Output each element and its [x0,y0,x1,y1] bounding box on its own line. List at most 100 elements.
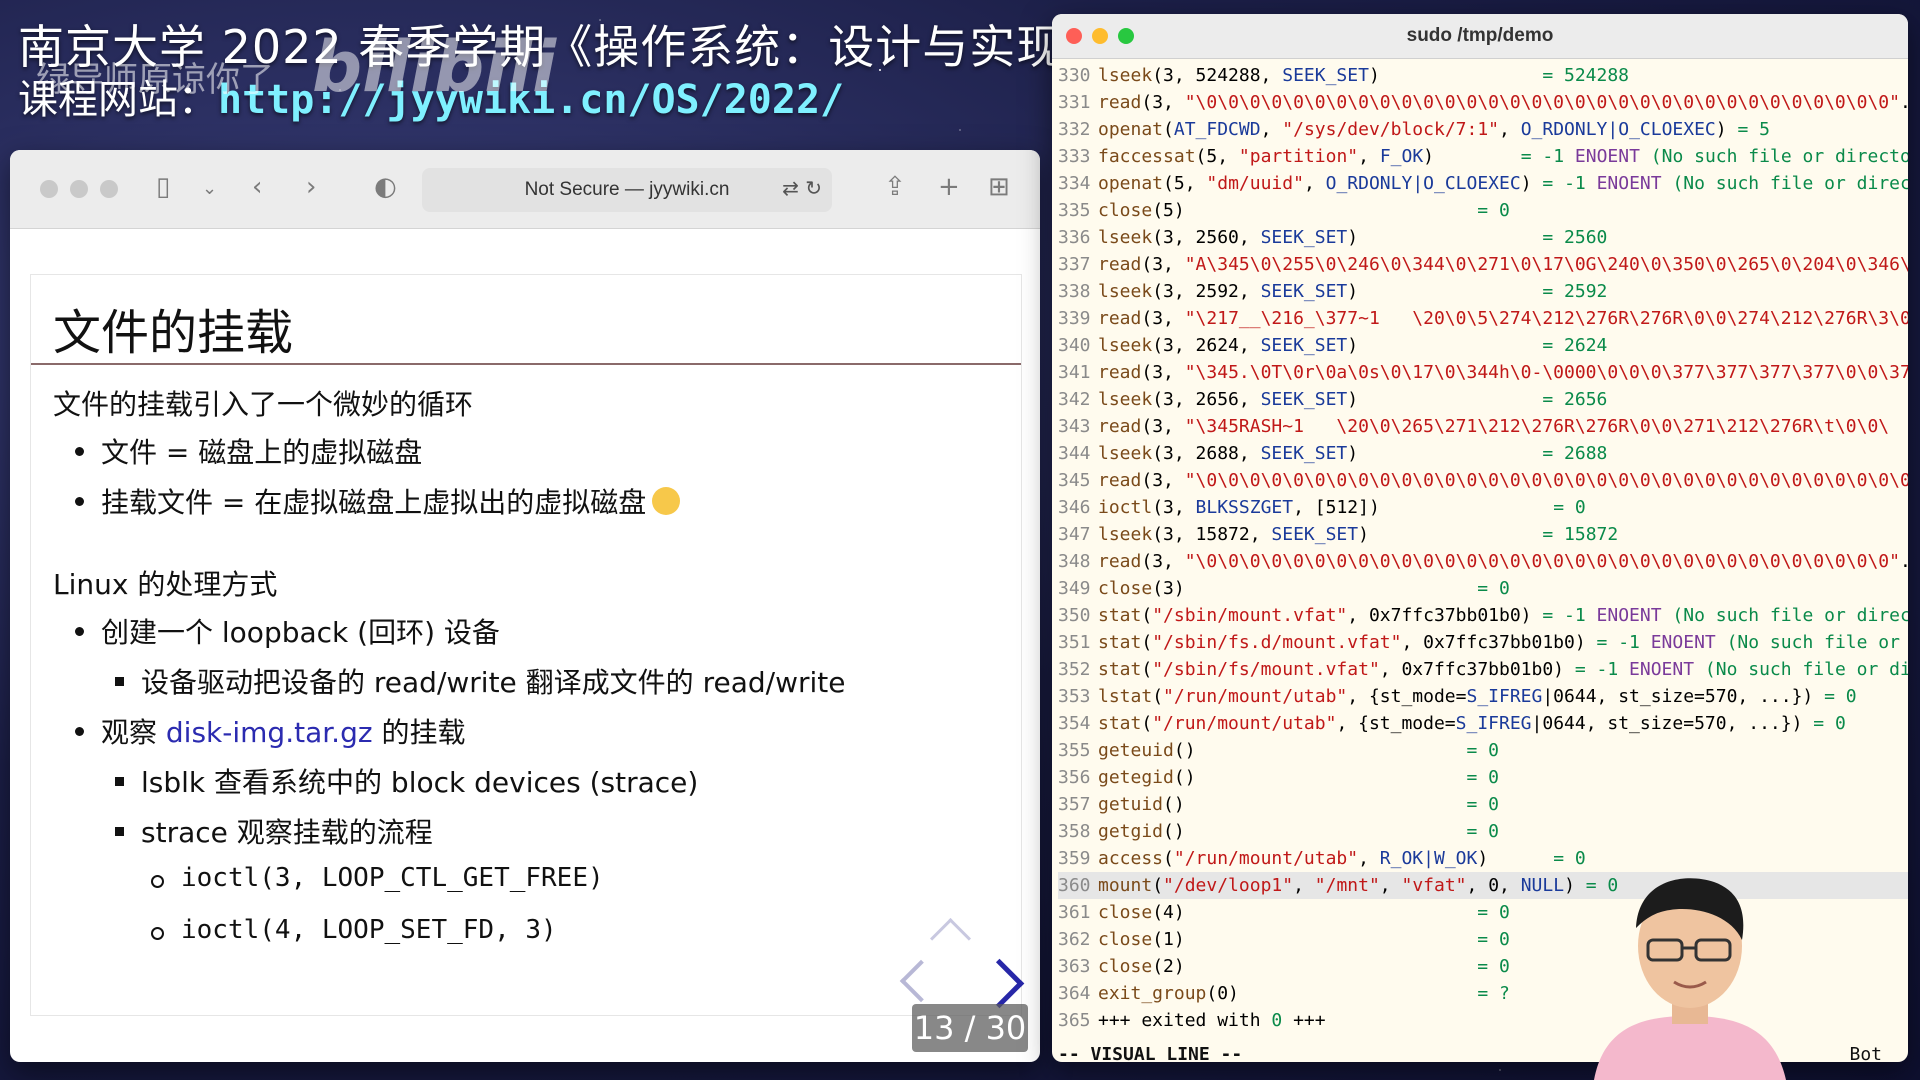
code-token: ) [1347,335,1543,356]
terminal-line[interactable]: 335 close(5) = 0 [1058,197,1908,224]
terminal-line[interactable]: 345 read(3, "\0\0\0\0\0\0\0\0\0\0\0\0\0\0… [1058,467,1908,494]
code-token: ENOENT [1574,146,1640,167]
terminal-line[interactable]: 334 openat(5, "dm/uuid", O_RDONLY|O_CLOEX… [1058,170,1908,197]
line-number: 347 [1058,524,1091,545]
sub-bullet [115,827,124,836]
terminal-line[interactable]: 339 read(3, "\217__\216_\377~1 \20\0\5\27… [1058,305,1908,332]
forward-icon[interactable]: › [306,172,316,202]
terminal-line[interactable]: 365 +++ exited with 0 +++ [1058,1007,1908,1034]
code-token: = ? [1477,983,1510,1004]
terminal-line[interactable]: 346 ioctl(3, BLKSSZGET, [512]) = 0 [1058,494,1908,521]
terminal-line[interactable]: 331 read(3, "\0\0\0\0\0\0\0\0\0\0\0\0\0\0… [1058,89,1908,116]
terminal-line[interactable]: 358 getgid() = 0 [1058,818,1908,845]
sidebar-toggle-icon[interactable]: ▯ [156,172,170,202]
code-token: = 0 [1466,767,1499,788]
code-token: (3, [1141,416,1185,437]
code-token: = 0 [1477,929,1510,950]
terminal-line[interactable]: 361 close(4) = 0 [1058,899,1908,926]
tab-overview-icon[interactable]: ⊞ [988,172,1010,202]
window-close-button[interactable] [40,180,58,198]
code-token: ioctl [1098,497,1153,518]
code-token: ( [1141,713,1153,734]
code-token: "/mnt" [1314,875,1380,896]
line-number: 356 [1058,767,1091,788]
code-token: ( [1163,848,1174,869]
terminal-line[interactable]: 343 read(3, "\345RASH~1 \20\0\265\271\212… [1058,413,1908,440]
terminal-line[interactable]: 360 mount("/dev/loop1", "/mnt", "vfat", 0… [1058,872,1908,899]
code-token: = 15872 [1542,524,1619,545]
terminal-line[interactable]: 348 read(3, "\0\0\0\0\0\0\0\0\0\0\0\0\0\0… [1058,548,1908,575]
new-tab-icon[interactable]: + [938,172,960,202]
code-token: = 2656 [1542,389,1608,410]
code-token: lseek [1098,281,1153,302]
terminal-line[interactable]: 330 lseek(3, 524288, SEEK_SET) = 524288 [1058,62,1908,89]
translate-icon[interactable]: ⇄ ↻ [782,176,822,200]
strace-output[interactable]: 330 lseek(3, 524288, SEEK_SET) = 524288 33… [1058,62,1908,1034]
code-token: = -1 [1542,605,1597,626]
window-zoom-button[interactable] [100,180,118,198]
code-token: (3, 2560, [1152,227,1261,248]
terminal-line[interactable]: 354 stat("/run/mount/utab", {st_mode=S_IF… [1058,710,1908,737]
slide-title: 文件的挂载 [53,305,294,361]
share-icon[interactable]: ⇪ [884,172,906,202]
terminal-line[interactable]: 353 lstat("/run/mount/utab", {st_mode=S_I… [1058,683,1908,710]
code-token: "vfat" [1401,875,1467,896]
line-number: 336 [1058,227,1091,248]
code-token: = -1 [1574,659,1630,680]
code-token: SEEK_SET [1260,335,1348,356]
bilibili-logo: bilibili [312,26,557,108]
terminal-line[interactable]: 359 access("/run/mount/utab", R_OK|W_OK) … [1058,845,1908,872]
terminal-line[interactable]: 352 stat("/sbin/fs/mount.vfat", 0x7ffc37b… [1058,656,1908,683]
terminal-line[interactable]: 347 lseek(3, 15872, SEEK_SET) = 15872 [1058,521,1908,548]
code-token: (3, 2688, [1152,443,1261,464]
code-token: getgid [1098,821,1164,842]
line-number: 353 [1058,686,1091,707]
disk-img-link[interactable]: disk-img.tar.gz [166,716,373,749]
code-token: getegid [1098,767,1174,788]
terminal-line[interactable]: 337 read(3, "A\345\0\255\0\246\0\344\0\27… [1058,251,1908,278]
address-bar[interactable]: Not Secure — jyywiki.cn ⇄ ↻ [422,168,832,212]
terminal-line[interactable]: 341 read(3, "\345.\0T\0r\0a\0s\0\17\0\344… [1058,359,1908,386]
terminal-line[interactable]: 349 close(3) = 0 [1058,575,1908,602]
code-token: F_OK [1379,146,1424,167]
terminal-line[interactable]: 351 stat("/sbin/fs.d/mount.vfat", 0x7ffc3… [1058,629,1908,656]
terminal-line[interactable]: 362 close(1) = 0 [1058,926,1908,953]
line-number: 362 [1058,929,1091,950]
terminal-line[interactable]: 340 lseek(3, 2624, SEEK_SET) = 2624 [1058,332,1908,359]
line-number: 358 [1058,821,1091,842]
terminal-line[interactable]: 333 faccessat(5, "partition", F_OK) = -1 … [1058,143,1908,170]
code-ioctl-set-fd: ioctl(4, LOOP_SET_FD, 3) [181,915,557,945]
line-number: 337 [1058,254,1091,275]
code-token: lseek [1098,389,1153,410]
line-number: 334 [1058,173,1091,194]
terminal-line[interactable]: 344 lseek(3, 2688, SEEK_SET) = 2688 [1058,440,1908,467]
window-minimize-button[interactable] [70,180,88,198]
line-number: 349 [1058,578,1091,599]
terminal-line[interactable]: 332 openat(AT_FDCWD, "/sys/dev/block/7:1"… [1058,116,1908,143]
terminal-line[interactable]: 363 close(2) = 0 [1058,953,1908,980]
line-number: 343 [1058,416,1091,437]
terminal-line[interactable]: 357 getuid() = 0 [1058,791,1908,818]
sub-bullet [115,777,124,786]
code-token: (No such file or dir [1694,659,1908,680]
terminal-line[interactable]: 356 getegid() = 0 [1058,764,1908,791]
terminal-line[interactable]: 355 geteuid() = 0 [1058,737,1908,764]
code-token: stat [1098,605,1142,626]
code-token: "/dev/loop1" [1163,875,1294,896]
back-icon[interactable]: ‹ [252,172,262,202]
terminal-line[interactable]: 350 stat("/sbin/mount.vfat", 0x7ffc37bb01… [1058,602,1908,629]
chevron-down-icon[interactable]: ⌄ [202,178,217,199]
code-token: "\0\0\0\0\0\0\0\0\0\0\0\0\0\0\0\0\0\0\0\… [1184,551,1900,572]
code-token: ) [1347,443,1543,464]
shield-icon[interactable]: ◐ [374,172,397,202]
terminal-line[interactable]: 338 lseek(3, 2592, SEEK_SET) = 2592 [1058,278,1908,305]
terminal-line[interactable]: 342 lseek(3, 2656, SEEK_SET) = 2656 [1058,386,1908,413]
code-token: = 0 [1466,821,1499,842]
code-token: () [1163,821,1467,842]
code-token: close [1098,902,1153,923]
code-token: = 0 [1824,686,1857,707]
terminal-line[interactable]: 336 lseek(3, 2560, SEEK_SET) = 2560 [1058,224,1908,251]
terminal-line[interactable]: 364 exit_group(0) = ? [1058,980,1908,1007]
code-token: = 0 [1477,956,1510,977]
code-token: lseek [1098,65,1153,86]
